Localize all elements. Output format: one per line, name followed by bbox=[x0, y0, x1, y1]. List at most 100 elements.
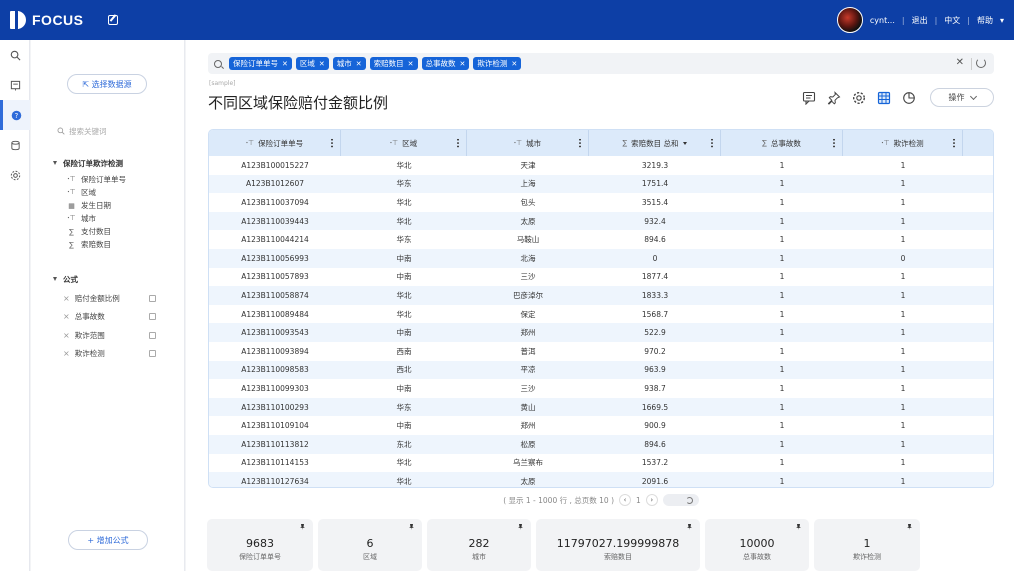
formula-item[interactable]: × 欺诈检测 bbox=[53, 345, 178, 364]
rail-help[interactable]: ? bbox=[0, 100, 30, 130]
table-row[interactable]: A123B110039443 华北 太原 932.4 1 1 bbox=[209, 211, 993, 231]
rail-board[interactable] bbox=[0, 70, 30, 100]
table-row[interactable]: A123B110114153 华北 乌兰察布 1537.2 1 1 bbox=[209, 454, 993, 473]
username[interactable]: cynt... bbox=[870, 16, 895, 25]
close-icon[interactable]: ✕ bbox=[408, 60, 414, 68]
close-icon[interactable]: ✕ bbox=[511, 60, 517, 68]
formula-item[interactable]: × 欺诈范围 bbox=[53, 326, 178, 345]
table-row[interactable]: A123B110089484 华北 保定 1568.7 1 1 bbox=[209, 305, 993, 324]
table-row[interactable]: A123B110058874 华北 巴彦淖尔 1833.3 1 1 bbox=[209, 286, 993, 305]
field-item[interactable]: ∑ 索赔数目 bbox=[53, 238, 178, 251]
avatar[interactable] bbox=[836, 7, 863, 33]
query-chip[interactable]: 欺诈检测 ✕ bbox=[473, 57, 522, 70]
operations-dropdown[interactable]: 操作 bbox=[930, 88, 994, 107]
help-link[interactable]: 帮助 bbox=[977, 15, 993, 26]
column-menu-icon[interactable] bbox=[579, 138, 581, 148]
table-row[interactable]: A123B110037094 华北 包头 3515.4 1 1 bbox=[209, 193, 993, 212]
query-chip[interactable]: 区域 ✕ bbox=[295, 57, 329, 70]
table-view-button[interactable] bbox=[876, 90, 892, 106]
pin-icon[interactable] bbox=[409, 524, 414, 530]
summary-card[interactable]: 6 区域 bbox=[318, 519, 422, 571]
close-icon[interactable]: ✕ bbox=[319, 60, 325, 68]
table-row[interactable]: A123B110100293 华东 黄山 1669.5 1 1 bbox=[209, 397, 993, 417]
pin-icon[interactable] bbox=[687, 524, 692, 530]
clear-query-icon[interactable]: ✕ bbox=[956, 57, 964, 68]
chart-view-button[interactable] bbox=[901, 90, 917, 106]
help-dropdown-icon[interactable]: ▾ bbox=[1000, 16, 1004, 25]
next-page-button[interactable]: › bbox=[645, 494, 658, 506]
page-title[interactable]: 不同区域保险赔付金额比例 bbox=[208, 92, 388, 113]
edit-icon[interactable] bbox=[107, 15, 118, 25]
pin-button[interactable] bbox=[826, 90, 842, 106]
add-formula-button[interactable]: + 增加公式 bbox=[68, 530, 148, 550]
column-menu-icon[interactable] bbox=[331, 138, 333, 148]
formula-item[interactable]: × 赔付金额比例 bbox=[53, 289, 178, 308]
formula-node[interactable]: 公式 bbox=[53, 273, 178, 285]
table-row[interactable]: A123B110098583 西北 平凉 963.9 1 1 bbox=[209, 360, 993, 380]
pin-icon[interactable] bbox=[518, 524, 523, 530]
search-query-bar[interactable]: 保险订单单号 ✕ 区域 ✕ 城市 ✕ 索赔数目 ✕ 总事故数 ✕ 欺诈检测 ✕ ✕ bbox=[208, 53, 994, 74]
pin-icon[interactable] bbox=[907, 524, 912, 530]
summary-card[interactable]: 9683 保险订单单号 bbox=[207, 519, 313, 571]
close-icon[interactable]: ✕ bbox=[460, 60, 466, 68]
column-menu-icon[interactable] bbox=[457, 138, 459, 148]
table-row[interactable]: A123B110093894 西南 普洱 970.2 1 1 bbox=[209, 342, 993, 361]
field-item[interactable]: ▦ 发生日期 bbox=[53, 199, 178, 212]
pin-icon[interactable] bbox=[796, 524, 801, 530]
column-header[interactable]: ꞏ⊤ 欺诈检测 bbox=[843, 130, 963, 156]
table-row[interactable]: A123B110057893 中南 三沙 1877.4 1 1 bbox=[209, 268, 993, 287]
page-jump-input[interactable] bbox=[662, 494, 699, 506]
summary-card[interactable]: 11797027.199999878 索赔数目 bbox=[536, 519, 700, 571]
column-header[interactable]: ∑ 总事故数 bbox=[721, 130, 843, 156]
rail-settings[interactable] bbox=[0, 160, 30, 190]
query-chip[interactable]: 总事故数 ✕ bbox=[421, 57, 470, 70]
refresh-icon[interactable] bbox=[976, 58, 986, 68]
query-chip[interactable]: 保险订单单号 ✕ bbox=[229, 57, 292, 70]
column-header[interactable]: ꞏ⊤ 区域 bbox=[341, 130, 467, 156]
column-menu-icon[interactable] bbox=[833, 138, 835, 148]
language-link[interactable]: 中文 bbox=[944, 15, 960, 26]
table-row[interactable]: A123B1012607 华东 上海 1751.4 1 1 bbox=[209, 174, 993, 194]
column-header[interactable]: ꞏ⊤ 保险订单单号 bbox=[209, 130, 341, 156]
logout-link[interactable]: 退出 bbox=[912, 15, 928, 26]
column-header[interactable]: ꞏ⊤ 城市 bbox=[467, 130, 589, 156]
collapse-icon[interactable] bbox=[53, 277, 57, 281]
field-item[interactable]: ꞏ⊤ 城市 bbox=[53, 212, 178, 225]
table-row[interactable]: A123B110113812 东北 松原 894.6 1 1 bbox=[209, 434, 993, 454]
close-icon[interactable]: ✕ bbox=[282, 60, 288, 68]
table-row[interactable]: A123B110109104 中南 郑州 900.9 1 1 bbox=[209, 416, 993, 435]
field-item[interactable]: ꞏ⊤ 保险订单单号 bbox=[53, 173, 178, 186]
collapse-icon[interactable] bbox=[53, 161, 57, 165]
summary-card[interactable]: 10000 总事故数 bbox=[705, 519, 809, 571]
edit-icon[interactable] bbox=[149, 294, 156, 302]
table-body[interactable]: A123B100015227 华北 天津 3219.3 1 1 A123B1012607 华东… bbox=[209, 156, 993, 487]
table-node[interactable]: 保险订单欺诈检测 bbox=[53, 157, 178, 169]
edit-icon[interactable] bbox=[149, 331, 156, 339]
table-row[interactable]: A123B110099303 中南 三沙 938.7 1 1 bbox=[209, 379, 993, 398]
column-menu-icon[interactable] bbox=[953, 138, 955, 148]
table-row[interactable]: A123B110044214 华东 马鞍山 894.6 1 1 bbox=[209, 230, 993, 249]
logo[interactable]: FOCUS bbox=[10, 11, 84, 29]
summary-card[interactable]: 1 欺诈检测 bbox=[814, 519, 920, 571]
summary-card[interactable]: 282 城市 bbox=[427, 519, 531, 571]
column-menu-icon[interactable] bbox=[711, 138, 713, 148]
formula-item[interactable]: × 总事故数 bbox=[53, 308, 178, 327]
select-data-source-button[interactable]: ⇱ 选择数据源 bbox=[67, 74, 147, 94]
query-chip[interactable]: 城市 ✕ bbox=[332, 57, 366, 70]
edit-icon[interactable] bbox=[149, 313, 156, 321]
pin-icon[interactable] bbox=[300, 524, 305, 530]
table-row[interactable]: A123B100015227 华北 天津 3219.3 1 1 bbox=[209, 156, 993, 175]
table-row[interactable]: A123B110093543 中南 郑州 522.9 1 1 bbox=[209, 323, 993, 342]
table-row[interactable]: A123B110127634 华北 太原 2091.6 1 1 bbox=[209, 472, 993, 487]
prev-page-button[interactable]: ‹ bbox=[619, 494, 632, 506]
close-icon[interactable]: ✕ bbox=[356, 60, 362, 68]
column-header[interactable]: ∑ 索赔数目 总和 bbox=[589, 130, 721, 156]
rail-search[interactable] bbox=[0, 40, 30, 70]
settings-button[interactable] bbox=[851, 90, 867, 106]
comment-button[interactable] bbox=[801, 90, 817, 106]
table-row[interactable]: A123B110056993 中南 北海 0 1 0 bbox=[209, 248, 993, 268]
rail-data[interactable] bbox=[0, 130, 30, 160]
edit-icon[interactable] bbox=[149, 350, 156, 358]
field-item[interactable]: ꞏ⊤ 区域 bbox=[53, 186, 178, 199]
field-item[interactable]: ∑ 支付数目 bbox=[53, 225, 178, 238]
